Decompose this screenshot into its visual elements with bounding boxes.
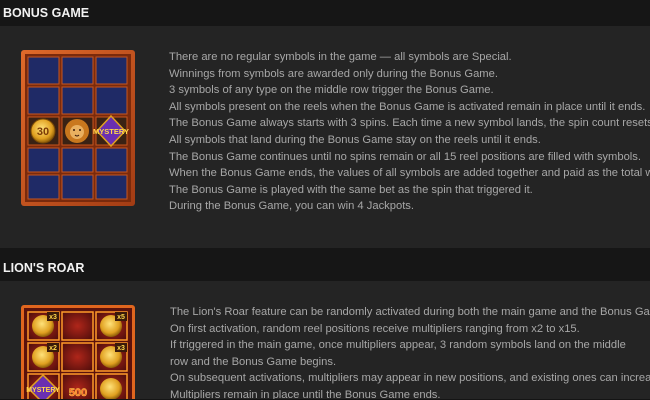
bonus-rule-line: The Bonus Game always starts with 3 spin… [169,117,650,130]
bonus-rule-line: During the Bonus Game, you can win 4 Jac… [169,200,415,213]
value-symbol-icon: 500 [69,387,88,399]
multiplier-badge-icon: x3 [47,312,59,321]
lions-roar-rule-line: The Lion's Roar feature can be randomly … [170,306,650,318]
lions-roar-panel: x3 x5 x2 x3 MYSTERY 500 The Lion's Roar … [0,281,650,399]
svg-text:500: 500 [69,387,87,399]
lions-roar-header: LION'S ROAR [0,255,650,281]
lions-roar-rule-line: On subsequent activations, multipliers m… [170,372,650,385]
bonus-game-panel: 30 MYSTERY There are no regular symbols … [0,26,650,248]
svg-text:x2: x2 [49,345,57,352]
bonus-rule-line: All symbols present on the reels when th… [169,100,646,113]
lions-roar-description: The Lion's Roar feature can be randomly … [170,304,650,399]
lions-roar-rule-line: If triggered in the main game, once mult… [170,339,626,368]
coin-symbol-icon: 30 [30,118,56,144]
svg-text:x3: x3 [49,314,57,321]
svg-text:MYSTERY: MYSTERY [26,387,60,394]
bonus-rule-line: 3 symbols of any type on the middle row … [169,84,494,97]
lions-roar-title: LION'S ROAR [3,261,85,275]
multiplier-badge-icon: x5 [115,312,127,321]
bonus-rule-line: The Bonus Game is played with the same b… [169,183,533,196]
bonus-rule-line: All symbols that land during the Bonus G… [169,133,541,146]
section-divider [0,248,650,255]
coin-symbol-icon [100,378,122,399]
lions-roar-illustration: x3 x5 x2 x3 MYSTERY 500 [21,305,135,399]
lion-symbol-icon [65,119,89,143]
svg-text:x3: x3 [117,345,125,352]
bonus-game-header: BONUS GAME [0,0,650,26]
bonus-game-illustration: 30 MYSTERY [21,50,135,211]
bonus-rule-line: Winnings from symbols are awarded only d… [169,67,498,80]
multiplier-badge-icon: x3 [115,343,127,352]
bonus-rule-line: There are no regular symbols in the game… [169,51,512,63]
bonus-rule-line: When the Bonus Game ends, the values of … [169,167,650,180]
bonus-game-title: BONUS GAME [3,6,90,20]
multiplier-badge-icon: x2 [47,343,59,352]
svg-text:MYSTERY: MYSTERY [93,127,129,136]
lions-roar-rule-line: Multipliers remain in place until the Bo… [170,388,441,399]
bonus-rule-line: The Bonus Game continues until no spins … [169,150,641,163]
svg-text:30: 30 [37,126,49,138]
svg-text:x5: x5 [117,314,125,321]
bonus-game-description: There are no regular symbols in the game… [169,49,650,215]
lions-roar-rule-line: On first activation, random reel positio… [170,322,580,335]
